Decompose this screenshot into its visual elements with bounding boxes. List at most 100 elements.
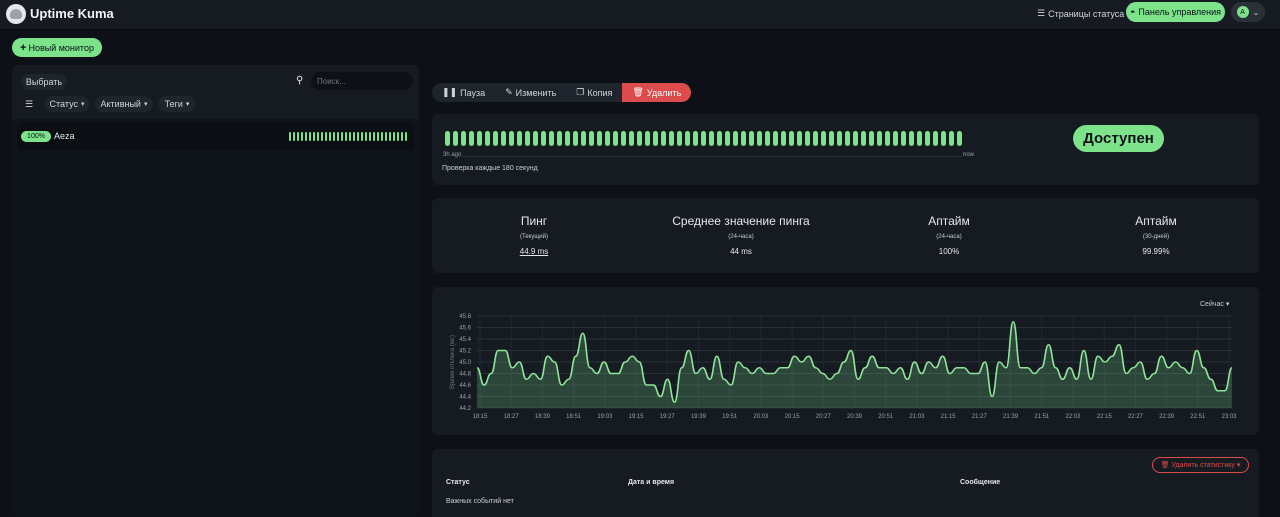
heartbeat-beat[interactable] [957,131,962,146]
heartbeat-beat[interactable] [773,131,778,146]
heartbeat-beat[interactable] [821,131,826,146]
clone-button[interactable]: ❐ Копия [566,83,622,102]
edit-button[interactable]: ✎ Изменить [495,83,566,102]
heartbeat-beat[interactable] [629,131,634,146]
heartbeat-beat[interactable] [749,131,754,146]
heartbeat-beat[interactable] [781,131,786,146]
heartbeat-beat[interactable] [949,131,954,146]
heartbeat-beat[interactable] [469,131,474,146]
filter-active[interactable]: Активный ▾ [95,96,153,112]
delete-button[interactable]: 🗑 Удалить [622,83,692,102]
heartbeat-beat[interactable] [901,131,906,146]
new-monitor-button[interactable]: + Новый монитор [12,38,102,57]
heartbeat-beat[interactable] [869,131,874,146]
filter-status[interactable]: Статус ▾ [45,96,89,112]
heartbeat-beat[interactable] [893,131,898,146]
heartbeat-beat[interactable] [709,131,714,146]
heartbeat-beat[interactable] [941,131,946,146]
heartbeat-beat[interactable] [653,131,658,146]
uptime-kuma-logo[interactable] [6,4,26,24]
heartbeat-beat[interactable] [581,131,586,146]
heartbeat-beat[interactable] [797,131,802,146]
heartbeat-beat[interactable] [605,131,610,146]
select-all-icon[interactable]: ☰ [25,99,33,110]
heartbeat-beat[interactable] [573,131,578,146]
search-input[interactable] [311,72,413,90]
heartbeat-beat[interactable] [725,131,730,146]
uptime-badge: 100% [21,131,51,142]
heartbeat-beat[interactable] [525,131,530,146]
heartbeat-beat[interactable] [533,131,538,146]
heartbeat-beat[interactable] [445,131,450,146]
select-button[interactable]: Выбрать [21,74,67,90]
heartbeat-beat[interactable] [661,131,666,146]
heartbeat-beat[interactable] [853,131,858,146]
heartbeat-beat[interactable] [765,131,770,146]
heartbeat-beat[interactable] [597,131,602,146]
stat-value[interactable]: 44.9 ms [434,247,634,256]
heartbeat-beat[interactable] [917,131,922,146]
x-tick-label: 21:51 [1034,414,1050,420]
stat-value: 44 ms [730,247,752,256]
heartbeat-beat[interactable] [789,131,794,146]
profile-dropdown[interactable]: A ⌄ [1231,2,1265,22]
heartbeat-beat[interactable] [501,131,506,146]
heartbeat-beat[interactable] [613,131,618,146]
heartbeat-beat[interactable] [541,131,546,146]
x-tick-label: 18:27 [504,414,520,420]
heartbeat-beat[interactable] [509,131,514,146]
heartbeat-beat[interactable] [453,131,458,146]
heartbeat-beat[interactable] [669,131,674,146]
clear-stats-button[interactable]: 🗑 Удалить статистику ▾ [1152,457,1249,473]
x-tick-label: 22:27 [1128,414,1144,420]
x-tick-label: 20:51 [878,414,894,420]
filter-tags[interactable]: Теги ▾ [158,96,196,112]
y-tick-label: 44.8 [459,372,471,378]
chevron-down-icon: ⌄ [1252,7,1260,17]
heartbeat-beat[interactable] [549,131,554,146]
heartbeat-beat[interactable] [701,131,706,146]
heartbeat-beat[interactable] [813,131,818,146]
heartbeat-beat[interactable] [461,131,466,146]
heartbeat-beat[interactable] [557,131,562,146]
heartbeat-beat[interactable] [645,131,650,146]
heartbeat-beat[interactable] [565,131,570,146]
heartbeat-beat[interactable] [837,131,842,146]
heartbeat-beat[interactable] [637,131,642,146]
filter-active-label: Активный [100,99,141,109]
dashboard-button[interactable]: ◓ Панель управления [1126,2,1225,22]
mini-heartbeat-beat [381,132,383,141]
list-item[interactable]: 100% Aeza [17,123,414,151]
heartbeat-beat[interactable] [933,131,938,146]
heartbeat-beat[interactable] [909,131,914,146]
heartbeat-beat[interactable] [741,131,746,146]
heartbeat-beat[interactable] [493,131,498,146]
x-tick-label: 19:15 [629,414,645,420]
events-card: 🗑 Удалить статистику ▾ Статус Дата и вре… [432,449,1259,517]
pause-button[interactable]: ❚❚ Пауза [432,83,495,102]
heartbeat-beat[interactable] [757,131,762,146]
brand-title[interactable]: Uptime Kuma [30,6,114,21]
x-tick-label: 19:51 [722,414,738,420]
heartbeat-beat[interactable] [477,131,482,146]
heartbeat-beat[interactable] [693,131,698,146]
status-pages-link[interactable]: ☰ Страницы статуса [1037,8,1124,19]
heartbeat-beat[interactable] [717,131,722,146]
edit-label: Изменить [515,87,557,98]
heartbeat-beat[interactable] [589,131,594,146]
mini-heartbeat-beat [385,132,387,141]
heartbeat-beat[interactable] [829,131,834,146]
heartbeat-beat[interactable] [845,131,850,146]
heartbeat-beat[interactable] [925,131,930,146]
heartbeat-beat[interactable] [685,131,690,146]
heartbeat-beat[interactable] [877,131,882,146]
heartbeat-beat[interactable] [733,131,738,146]
heartbeat-beat[interactable] [885,131,890,146]
heartbeat-beat[interactable] [517,131,522,146]
x-tick-label: 21:15 [941,414,957,420]
heartbeat-beat[interactable] [677,131,682,146]
heartbeat-beat[interactable] [621,131,626,146]
heartbeat-beat[interactable] [805,131,810,146]
heartbeat-beat[interactable] [861,131,866,146]
heartbeat-beat[interactable] [485,131,490,146]
